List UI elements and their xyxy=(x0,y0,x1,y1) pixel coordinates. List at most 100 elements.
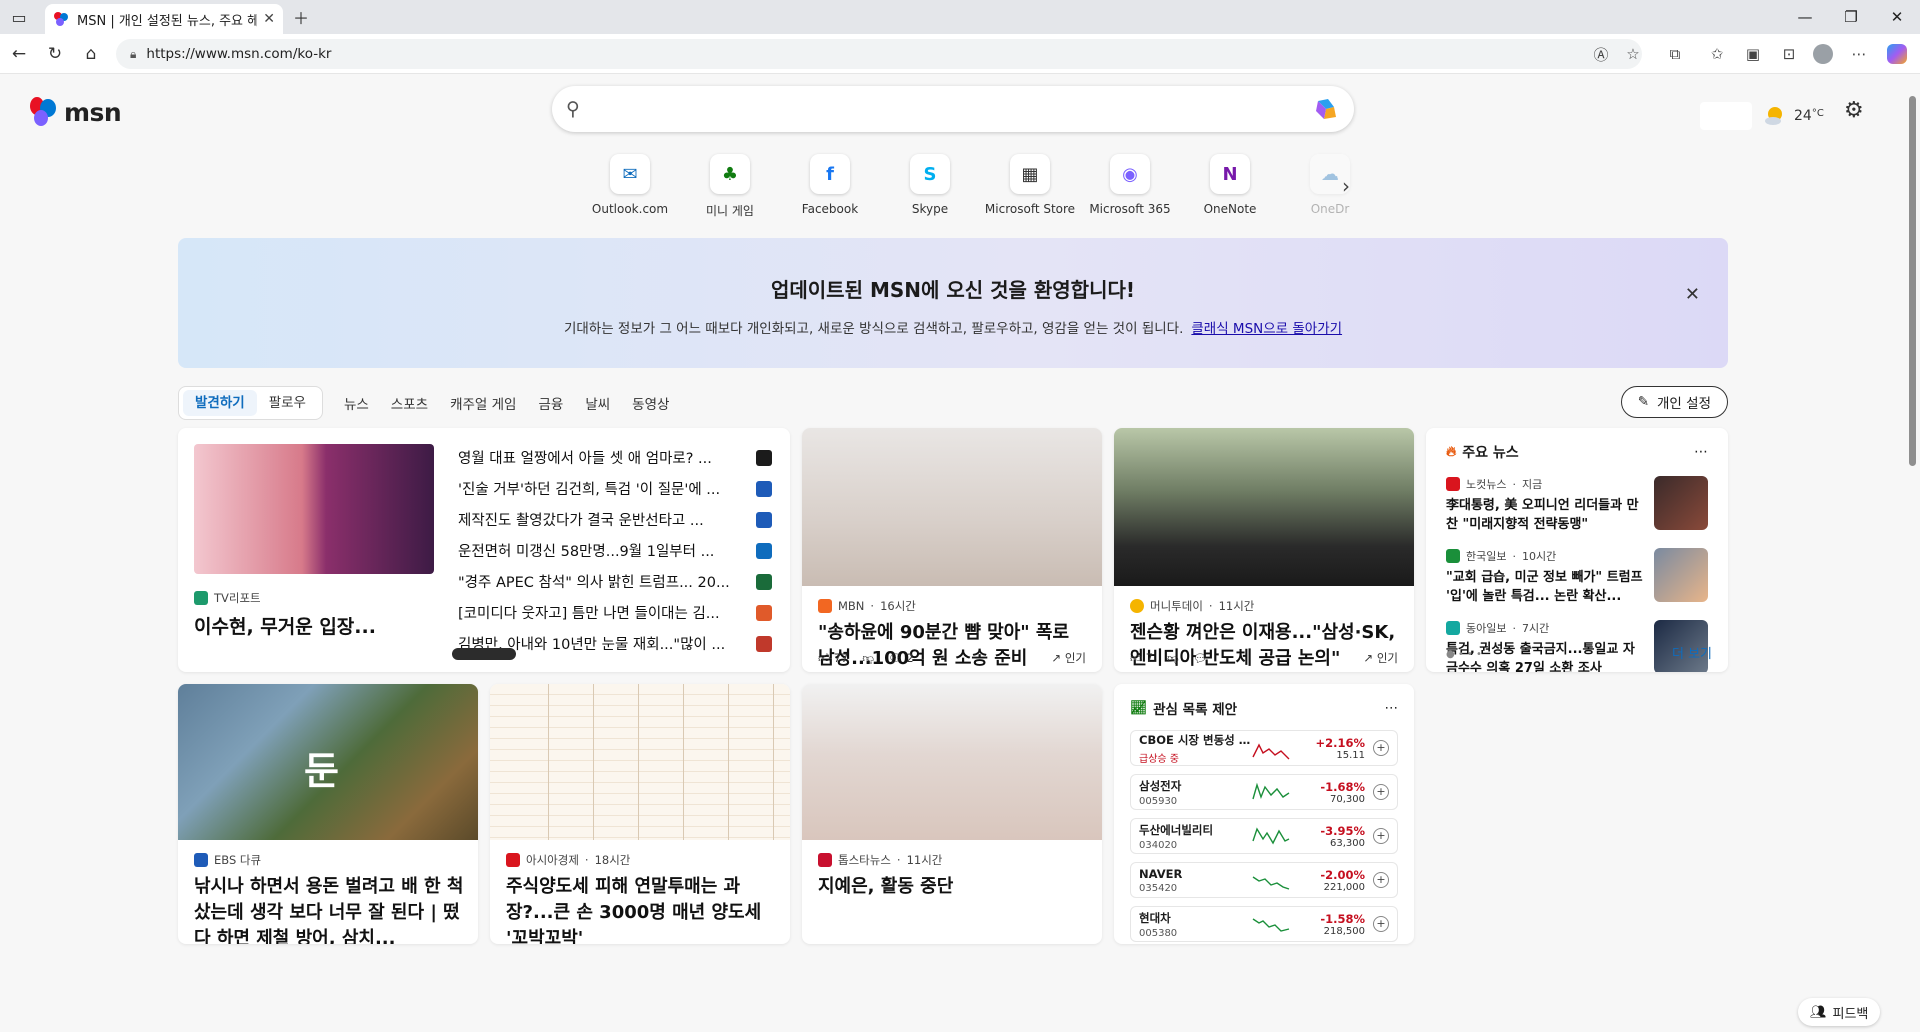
stock-row[interactable]: 삼성전자 005930 -1.68% 70,300 + xyxy=(1130,774,1398,810)
msn-logo[interactable]: msn xyxy=(28,96,122,128)
refresh-icon[interactable]: ↻ xyxy=(42,41,68,67)
chevron-right-icon[interactable]: › xyxy=(1342,174,1350,198)
classic-msn-link[interactable]: 클래식 MSN으로 돌아가기 xyxy=(1191,321,1342,337)
card-headline[interactable]: 낚시나 하면서 용돈 벌려고 배 한 척 샀는데 생각 보다 너무 잘 된다 |… xyxy=(194,874,466,944)
screenshot-icon[interactable]: ⊡ xyxy=(1776,41,1802,67)
dislike-icon[interactable]: 👎︎ xyxy=(1167,651,1179,666)
lead-headline[interactable]: 이수현, 무거운 입장... xyxy=(194,614,434,640)
app-skype[interactable]: S Skype xyxy=(880,154,980,222)
more-options-icon[interactable]: ⋯ xyxy=(1385,700,1399,716)
tab-follow[interactable]: 팔로우 xyxy=(257,390,318,416)
search-box[interactable]: ⚲ xyxy=(552,86,1354,132)
dislike-icon[interactable]: 👎︎ xyxy=(862,651,874,666)
news-card-ebs[interactable]: 둔 EBS 다큐 낚시나 하면서 용돈 벌려고 배 한 척 샀는데 생각 보다 … xyxy=(178,684,478,944)
tab-category[interactable]: 날씨 xyxy=(574,393,621,413)
stock-row[interactable]: NAVER 035420 -2.00% 221,000 + xyxy=(1130,862,1398,898)
copilot-sidebar-icon[interactable] xyxy=(1884,41,1910,67)
app-onedrive[interactable]: ☁ OneDr xyxy=(1280,154,1380,222)
comment-icon[interactable]: 💬︎ xyxy=(1193,651,1208,665)
favorites-icon[interactable]: ✩ xyxy=(1704,41,1730,67)
stock-row[interactable]: 두산에너빌리티 034020 -3.95% 63,300 + xyxy=(1130,818,1398,854)
news-card-topstar[interactable]: 톱스타뉴스 · 11시간 지예은, 활동 중단 xyxy=(802,684,1102,944)
copilot-icon[interactable] xyxy=(1312,95,1340,123)
tab-actions-icon[interactable]: ▭ xyxy=(6,4,32,30)
more-menu-icon[interactable]: ⋯ xyxy=(1846,41,1872,67)
app-onenote[interactable]: N OneNote xyxy=(1180,154,1280,222)
lead-list: 영월 대표 얼짱에서 아들 셋 애 엄마로? ... '진술 거부'하던 김건희,… xyxy=(458,442,772,659)
lead-list-item[interactable]: 영월 대표 얼짱에서 아들 셋 애 엄마로? ... xyxy=(458,442,772,473)
tab-close-icon[interactable]: ✕ xyxy=(263,11,275,27)
browser-tab[interactable]: MSN | 개인 설정된 뉴스, 주요 헤드 ✕ xyxy=(45,4,283,34)
collections-icon[interactable]: ▣ xyxy=(1740,41,1766,67)
news-card-mbn[interactable]: MBN · 16시간 "송하윤에 90분간 뺨 맞아" 폭로 남성...100억 원… xyxy=(802,428,1102,672)
lead-list-item[interactable]: "경주 APEC 참석" 의사 밝힌 트럼프... 20... xyxy=(458,566,772,597)
lead-card[interactable]: TV리포트 이수현, 무거운 입장... 영월 대표 얼짱에서 아들 셋 애 엄… xyxy=(178,428,790,672)
add-stock-icon[interactable]: + xyxy=(1373,872,1389,888)
top-news-item[interactable]: 노컷뉴스 · 지금 李대통령, 美 오피니언 리더들과 만찬 "미래지향적 전략동맹" xyxy=(1446,476,1708,534)
stock-row[interactable]: CBOE 시장 변동성 ... 급상승 중 +2.16% 15.11 + xyxy=(1130,730,1398,766)
more-options-icon[interactable]: ⋯ xyxy=(1694,444,1708,460)
weather-widget[interactable]: 24°C xyxy=(1700,102,1824,130)
add-stock-icon[interactable]: + xyxy=(1373,916,1389,932)
search-icon: ⚲ xyxy=(566,98,580,120)
page-scrollbar[interactable] xyxy=(1906,74,1920,1032)
home-icon[interactable]: ⌂ xyxy=(78,41,104,67)
minimize-icon[interactable]: — xyxy=(1782,0,1828,34)
add-stock-icon[interactable]: + xyxy=(1373,784,1389,800)
back-icon[interactable]: ← xyxy=(6,41,32,67)
favorite-star-icon[interactable]: ☆ xyxy=(1620,41,1646,67)
lead-list-item[interactable]: '진술 거부'하던 김건희, 특검 '이 질문'에 ... xyxy=(458,473,772,504)
tab-category[interactable]: 캐주얼 게임 xyxy=(439,393,527,413)
top-news-headline[interactable]: "교회 급습, 미군 정보 빼가" 트럼프 '입'에 놀란 특검... 논란 확… xyxy=(1446,568,1644,606)
news-card-asiae[interactable]: 아시아경제 · 18시간 주식양도세 피해 연말투매는 과장?...큰 손 3000… xyxy=(490,684,790,944)
carousel-pager[interactable] xyxy=(452,648,516,660)
restore-icon[interactable]: ❐ xyxy=(1828,0,1874,34)
tab-category[interactable]: 동영상 xyxy=(621,393,680,413)
search-input[interactable] xyxy=(589,100,1312,118)
like-button[interactable]: 👍︎ 77 xyxy=(818,651,848,666)
app-label: OneNote xyxy=(1203,202,1257,216)
lead-list-item[interactable]: [코미디다 웃자고] 틈만 나면 들이대는 김... xyxy=(458,597,772,628)
banner-close-icon[interactable]: ✕ xyxy=(1685,284,1700,305)
tab-category[interactable]: 금융 xyxy=(527,393,574,413)
stock-change: -1.58% xyxy=(1320,911,1365,926)
add-stock-icon[interactable]: + xyxy=(1373,828,1389,844)
top-news-item[interactable]: 한국일보 · 10시간 "교회 급습, 미군 정보 빼가" 트럼프 '입'에 놀란 특… xyxy=(1446,548,1708,606)
window-close-icon[interactable]: ✕ xyxy=(1874,0,1920,34)
app-outlook[interactable]: ✉ Outlook.com xyxy=(580,154,680,222)
lead-list-item[interactable]: 운전면허 미갱신 58만명...9월 1일부터 ... xyxy=(458,535,772,566)
profile-avatar-icon[interactable] xyxy=(1810,41,1836,67)
feedback-button[interactable]: 👥︎ 피드백 xyxy=(1798,998,1881,1026)
address-field[interactable]: 🔒︎ https://www.msn.com/ko-kr xyxy=(116,39,1642,69)
like-button[interactable]: 👍︎ 7 xyxy=(1130,651,1153,666)
extensions-icon[interactable]: ⧉ xyxy=(1662,41,1688,67)
settings-gear-icon[interactable]: ⚙ xyxy=(1844,98,1864,123)
source-logo-icon xyxy=(756,449,772,466)
app-store[interactable]: ▦ Microsoft Store xyxy=(980,154,1080,222)
tab-category[interactable]: 스포츠 xyxy=(380,393,439,413)
tab-category[interactable]: 뉴스 xyxy=(333,393,380,413)
app-facebook[interactable]: f Facebook xyxy=(780,154,880,222)
scrollbar-thumb[interactable] xyxy=(1909,96,1916,466)
comment-button[interactable]: 💬︎ 2 xyxy=(888,651,914,665)
onenote-icon: N xyxy=(1210,154,1250,194)
app-m365[interactable]: ◉ Microsoft 365 xyxy=(1080,154,1180,222)
see-more-link[interactable]: 더 보기 xyxy=(1672,643,1712,662)
tab-discover[interactable]: 발견하기 xyxy=(183,390,257,416)
add-stock-icon[interactable]: + xyxy=(1373,740,1389,756)
top-news-item[interactable]: 동아일보 · 7시간 특검, 권성동 출국금지...통일교 자금수수 의혹 27일 소… xyxy=(1446,620,1708,672)
stock-row[interactable]: 현대차 005380 -1.58% 218,500 + xyxy=(1130,906,1398,942)
image-overlay-text: 둔 xyxy=(304,749,339,793)
pager-dots[interactable]: ● • • • xyxy=(1446,649,1482,660)
personalize-button[interactable]: ✎ 개인 설정 xyxy=(1620,386,1728,418)
card-headline[interactable]: 주식양도세 피해 연말투매는 과장?...큰 손 3000명 매년 양도세 '꼬… xyxy=(506,874,778,944)
lead-list-item[interactable]: 제작진도 촬영갔다가 결국 운반선타고 ... xyxy=(458,504,772,535)
immersive-reader-icon[interactable]: Ⓐ xyxy=(1588,41,1614,67)
top-news-headline[interactable]: 李대통령, 美 오피니언 리더들과 만찬 "미래지향적 전략동맹" xyxy=(1446,496,1644,534)
asiae-logo-icon xyxy=(506,853,520,867)
new-tab-icon[interactable]: ＋ xyxy=(288,4,314,30)
stock-code: 035420 xyxy=(1139,882,1178,894)
card-headline[interactable]: 지예은, 활동 중단 xyxy=(818,874,1090,900)
news-card-moneytoday[interactable]: 머니투데이 · 11시간 젠슨황 껴안은 이재용..."삼성·SK, 엔비디아 반도… xyxy=(1114,428,1414,672)
app-games[interactable]: ♣ 미니 게임 xyxy=(680,154,780,222)
